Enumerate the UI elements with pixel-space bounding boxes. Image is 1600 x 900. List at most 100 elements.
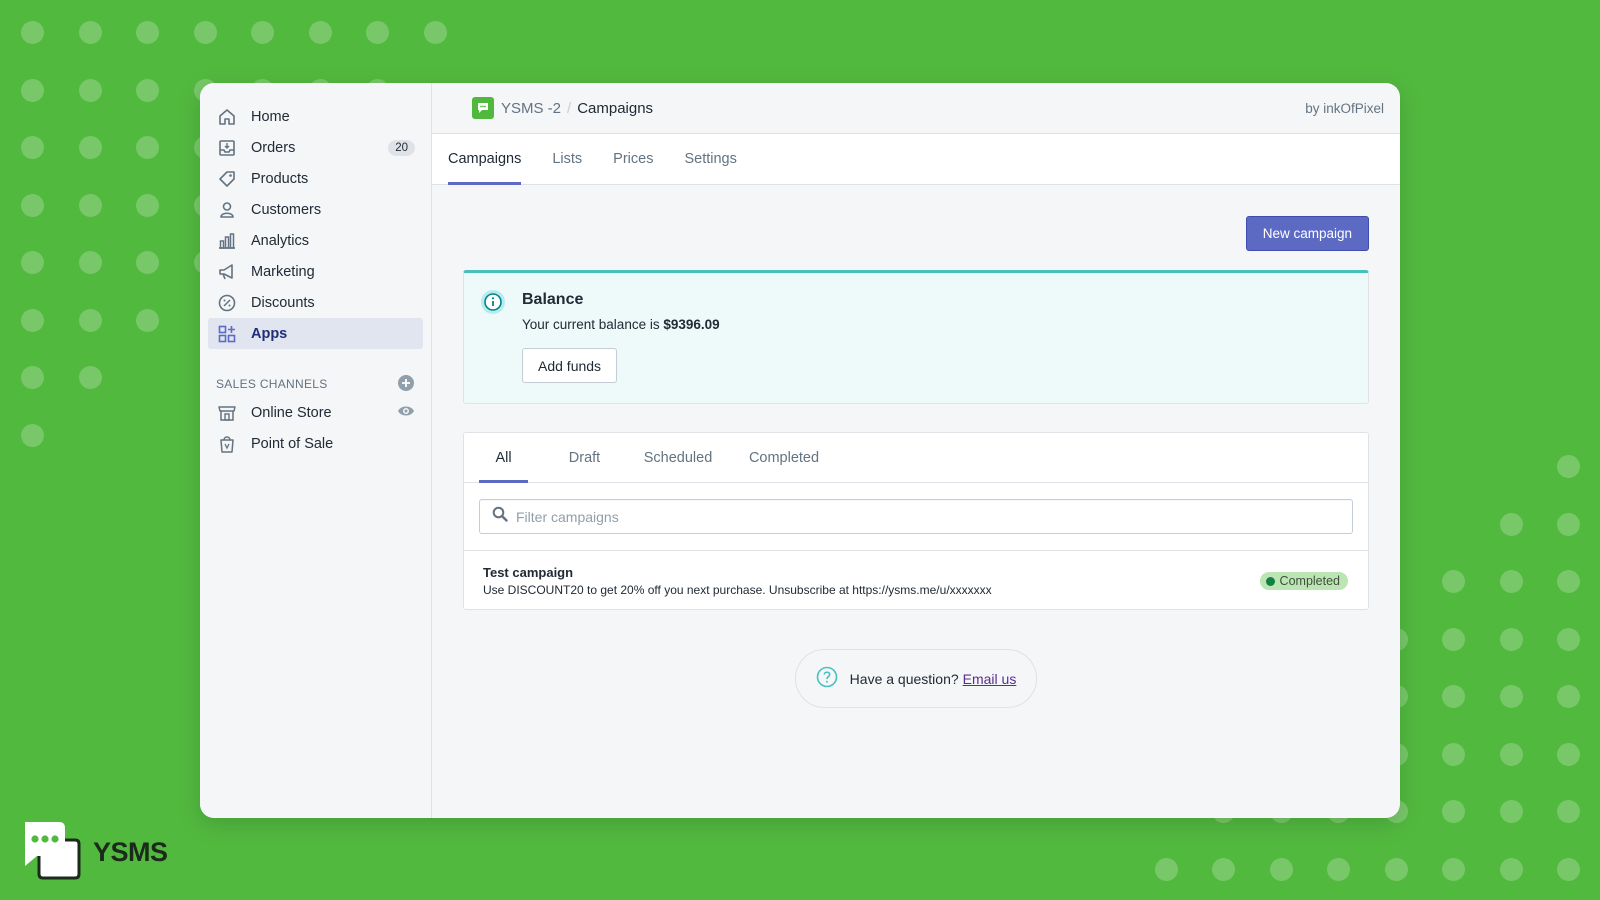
balance-body: Balance Your current balance is $9396.09…	[522, 289, 720, 385]
breadcrumb-separator: /	[567, 99, 572, 117]
background-dot	[1499, 742, 1523, 766]
sidebar-item-point-of-sale[interactable]: Point of Sale	[208, 428, 423, 459]
help-question: Have a question?	[849, 670, 959, 687]
eye-icon[interactable]	[397, 404, 415, 422]
background-dot	[21, 308, 44, 332]
orders-count-badge: 20	[388, 139, 415, 156]
sidebar-item-label: Apps	[251, 325, 288, 342]
sidebar-item-label: Marketing	[251, 263, 315, 280]
developer-byline: by inkOfPixel	[1305, 100, 1384, 116]
background-dot	[193, 21, 217, 44]
status-badge: Completed	[1259, 572, 1348, 590]
sidebar-item-home[interactable]: Home	[208, 101, 423, 132]
sidebar-item-label: Online Store	[251, 404, 332, 421]
background-dot	[1442, 857, 1465, 881]
sidebar-item-apps[interactable]: Apps	[208, 318, 423, 349]
balance-banner: Balance Your current balance is $9396.09…	[463, 270, 1369, 404]
tab-completed[interactable]: Completed	[747, 433, 821, 482]
email-us-link[interactable]: Email us	[963, 671, 1017, 687]
background-dot	[1442, 627, 1465, 651]
tab-settings[interactable]: Settings	[684, 134, 752, 184]
background-dot	[78, 21, 102, 44]
background-dot	[1212, 857, 1235, 881]
background-dot	[78, 366, 102, 389]
background-dot	[1442, 685, 1465, 708]
sales-channels-heading: SALES CHANNELS	[208, 371, 423, 397]
sidebar-item-analytics[interactable]: Analytics	[208, 225, 423, 256]
background-dot	[423, 21, 447, 44]
search-icon	[492, 506, 508, 527]
campaign-title: Test campaign	[483, 565, 574, 580]
sidebar-item-online-store[interactable]: Online Store	[208, 397, 423, 428]
background-dot	[78, 308, 102, 332]
filter-campaigns-input[interactable]	[516, 508, 1340, 525]
new-campaign-button[interactable]: New campaign	[1245, 216, 1369, 251]
page-content: New campaign Balance Your current balanc…	[432, 185, 1400, 708]
background-dot	[21, 136, 44, 159]
background-dot	[21, 78, 44, 102]
sidebar-item-orders[interactable]: Orders 20	[208, 132, 423, 163]
background-dot	[1499, 627, 1523, 651]
background-dot	[136, 251, 159, 274]
bag-icon	[216, 433, 238, 455]
background-dot	[1499, 512, 1523, 536]
campaign-message: Use DISCOUNT20 to get 20% off you next p…	[483, 583, 992, 597]
store-icon	[216, 402, 238, 424]
background-dot	[1499, 570, 1523, 593]
page-title: Campaigns	[577, 99, 654, 117]
add-funds-button[interactable]: Add funds	[522, 348, 618, 383]
tab-lists[interactable]: Lists	[552, 134, 598, 184]
sidebar-item-products[interactable]: Products	[208, 163, 423, 194]
background-dot	[1557, 627, 1580, 651]
campaign-filter-tabs: All Draft Scheduled Completed	[464, 433, 1368, 483]
background-dot	[136, 78, 159, 102]
app-tabs: Campaigns Lists Prices Settings	[432, 134, 1400, 185]
tab-scheduled[interactable]: Scheduled	[641, 433, 715, 482]
brand-name: YSMS	[93, 837, 168, 867]
background-dot	[136, 21, 159, 44]
campaign-row[interactable]: Test campaign Use DISCOUNT20 to get 20% …	[464, 551, 1368, 609]
background-dot	[1327, 857, 1350, 881]
app-window: Home Orders 20 Products Customers Analyt…	[200, 83, 1400, 818]
background-dot	[21, 366, 44, 389]
add-channel-icon[interactable]	[397, 374, 415, 395]
background-dot	[1384, 857, 1408, 881]
breadcrumb-app[interactable]: YSMS -2	[501, 100, 561, 117]
info-icon	[480, 289, 506, 315]
bar-chart-icon	[216, 230, 238, 252]
sidebar-item-marketing[interactable]: Marketing	[208, 256, 423, 287]
sidebar-item-discounts[interactable]: Discounts	[208, 287, 423, 318]
person-icon	[216, 199, 238, 221]
orders-icon	[216, 137, 238, 159]
apps-icon	[216, 323, 238, 345]
tab-prices[interactable]: Prices	[613, 134, 669, 184]
background-dot	[78, 78, 102, 102]
main-area: YSMS -2 / Campaigns by inkOfPixel Campai…	[432, 83, 1400, 818]
help-pill: Have a question? Email us	[794, 649, 1038, 708]
balance-text-label: Your current balance is	[522, 317, 660, 332]
filter-box	[479, 499, 1353, 534]
background-dot	[1499, 685, 1523, 708]
background-dot	[1557, 570, 1580, 593]
background-dot	[78, 193, 102, 217]
background-dot	[21, 251, 44, 274]
background-dot	[1442, 800, 1465, 823]
sidebar-item-customers[interactable]: Customers	[208, 194, 423, 225]
sidebar-item-label: Analytics	[251, 232, 310, 249]
tab-campaigns[interactable]: Campaigns	[448, 134, 537, 185]
background-dot	[1557, 857, 1580, 881]
discount-icon	[216, 292, 238, 314]
tab-draft[interactable]: Draft	[560, 433, 609, 482]
tag-icon	[216, 168, 238, 190]
home-icon	[216, 106, 238, 128]
app-topbar: YSMS -2 / Campaigns by inkOfPixel	[432, 83, 1400, 134]
background-dot	[78, 251, 102, 274]
background-dot	[366, 21, 389, 44]
sidebar-item-label: Products	[251, 170, 309, 187]
tab-all[interactable]: All	[479, 433, 528, 483]
background-dot	[78, 136, 102, 159]
background-dot	[136, 308, 159, 332]
background-dot	[136, 136, 159, 159]
balance-text: Your current balance is $9396.09	[522, 317, 720, 332]
campaigns-card: All Draft Scheduled Completed Test	[463, 432, 1369, 610]
